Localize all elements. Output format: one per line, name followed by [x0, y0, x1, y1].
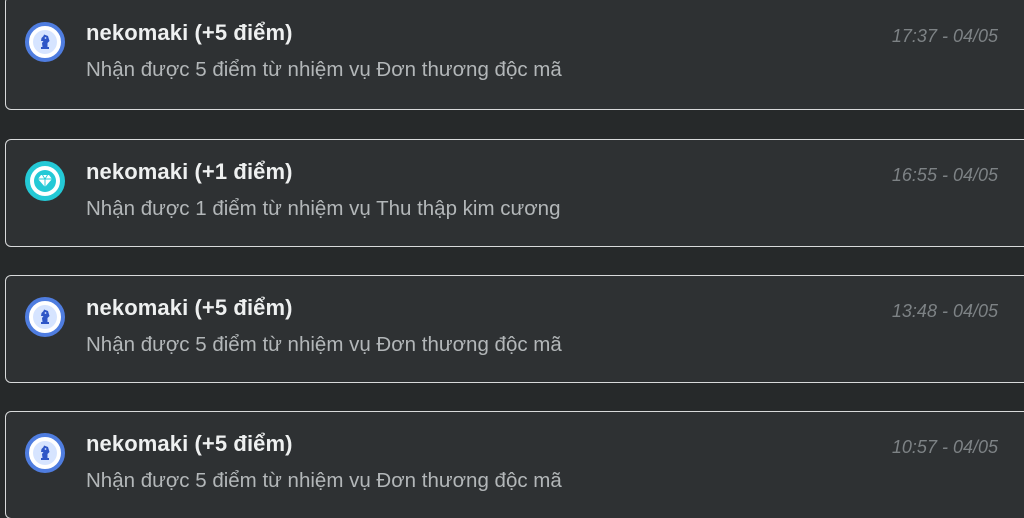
notification-card[interactable]: nekomaki (+5 điểm) Nhận được 5 điểm từ n… — [5, 0, 1024, 110]
notification-message: Nhận được 5 điểm từ nhiệm vụ Đơn thương … — [86, 333, 562, 356]
notification-title: nekomaki (+1 điểm) — [86, 159, 293, 184]
notification-card[interactable]: nekomaki (+5 điểm) Nhận được 5 điểm từ n… — [5, 275, 1024, 383]
notification-time: 13:48 - 04/05 — [891, 301, 998, 321]
notification-card[interactable]: nekomaki (+5 điểm) Nhận được 5 điểm từ n… — [5, 411, 1024, 518]
notification-message: Nhận được 5 điểm từ nhiệm vụ Đơn thương … — [86, 469, 562, 492]
notification-title: nekomaki (+5 điểm) — [86, 20, 293, 45]
notification-message: Nhận được 5 điểm từ nhiệm vụ Đơn thương … — [86, 58, 562, 81]
notification-title: nekomaki (+5 điểm) — [86, 431, 293, 456]
knight-icon — [25, 297, 65, 337]
notification-message: Nhận được 1 điểm từ nhiệm vụ Thu thập ki… — [86, 197, 561, 220]
knight-icon — [25, 22, 65, 62]
notification-card[interactable]: nekomaki (+1 điểm) Nhận được 1 điểm từ n… — [5, 139, 1024, 247]
notification-title: nekomaki (+5 điểm) — [86, 295, 293, 320]
notification-time: 10:57 - 04/05 — [891, 437, 998, 457]
diamond-icon — [25, 161, 65, 201]
notification-feed: nekomaki (+5 điểm) Nhận được 5 điểm từ n… — [0, 0, 1024, 518]
knight-icon — [25, 433, 65, 473]
notification-time: 16:55 - 04/05 — [891, 165, 998, 185]
notification-time: 17:37 - 04/05 — [891, 26, 998, 46]
